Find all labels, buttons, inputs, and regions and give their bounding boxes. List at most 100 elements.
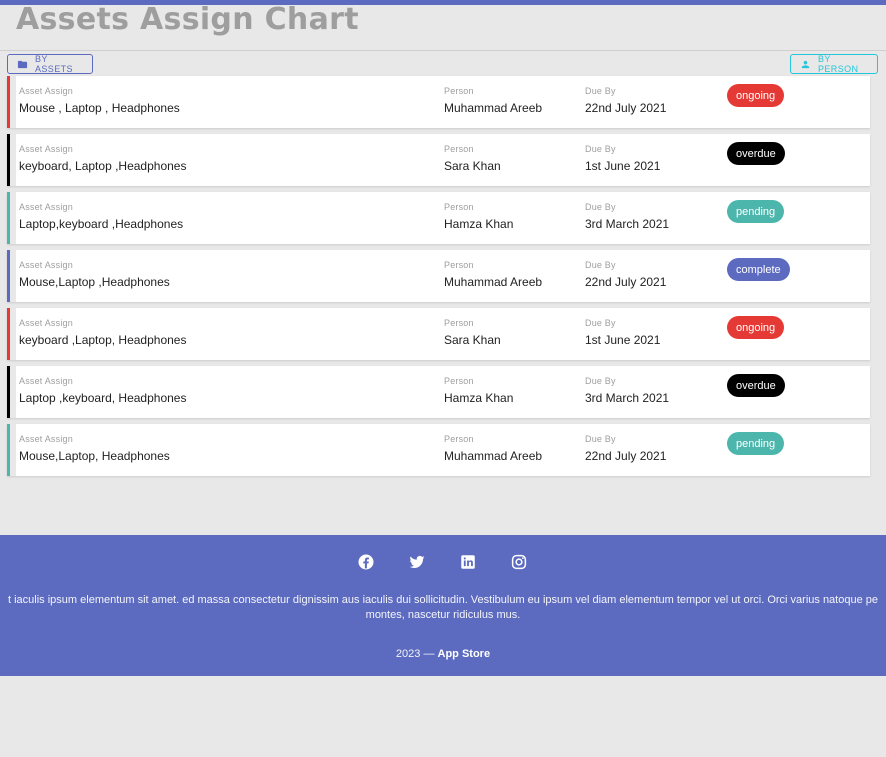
copyright-year: 2023: [395, 648, 421, 660]
asset-cell: Asset Assign Laptop,keyboard ,Headphones: [19, 202, 183, 232]
due-label: Due By: [585, 144, 616, 154]
asset-value: Laptop,keyboard ,Headphones: [19, 217, 184, 231]
row-gap: [10, 424, 16, 476]
row-gap: [10, 308, 16, 360]
asset-value: Mouse,Laptop ,Headphones: [19, 275, 170, 289]
due-cell: Due By 22nd July 2021: [585, 86, 666, 116]
person-label: Person: [444, 434, 474, 444]
row-gap: [10, 76, 16, 128]
person-cell: Person Hamza Khan: [444, 376, 513, 406]
footer: t iaculis ipsum elementum sit amet. ed m…: [0, 535, 886, 676]
due-cell: Due By 1st June 2021: [585, 144, 660, 174]
person-value: Muhammad Areeb: [444, 275, 543, 289]
status-badge: ongoing: [727, 316, 785, 339]
status-badge: pending: [727, 200, 785, 223]
person-label: Person: [444, 260, 474, 270]
due-cell: Due By 1st June 2021: [585, 318, 660, 348]
assignment-row: Asset Assign Laptop ,keyboard, Headphone…: [7, 366, 870, 418]
person-value: Hamza Khan: [444, 217, 514, 231]
due-value: 22nd July 2021: [585, 449, 667, 463]
person-cell: Person Muhammad Areeb: [444, 260, 542, 290]
due-label: Due By: [585, 318, 616, 328]
assignment-row: Asset Assign Laptop,keyboard ,Headphones…: [7, 192, 870, 244]
due-label: Due By: [585, 86, 616, 96]
due-label: Due By: [585, 434, 616, 444]
twitter-icon[interactable]: [408, 553, 426, 571]
row-gap: [10, 192, 16, 244]
asset-cell: Asset Assign keyboard, Laptop ,Headphone…: [19, 144, 186, 174]
folder-icon: [17, 60, 28, 68]
asset-cell: Asset Assign keyboard ,Laptop, Headphone…: [19, 318, 186, 348]
asset-cell: Asset Assign Mouse,Laptop, Headphones: [19, 434, 170, 464]
status-badge: pending: [727, 432, 785, 455]
person-cell: Person Muhammad Areeb: [444, 434, 542, 464]
tab-by-assets[interactable]: BY ASSETS: [7, 54, 93, 74]
due-label: Due By: [585, 202, 616, 212]
asset-label: Asset Assign: [19, 434, 73, 444]
due-value: 22nd July 2021: [585, 101, 667, 115]
person-cell: Person Hamza Khan: [444, 202, 513, 232]
asset-label: Asset Assign: [19, 376, 73, 386]
row-gap: [10, 366, 16, 418]
assignment-row: Asset Assign keyboard ,Laptop, Headphone…: [7, 308, 870, 360]
asset-value: Mouse,Laptop, Headphones: [19, 449, 170, 463]
brand-link[interactable]: App Store: [438, 648, 491, 660]
row-gap: [10, 250, 16, 302]
footer-description: t iaculis ipsum elementum sit amet. ed m…: [8, 594, 878, 621]
due-cell: Due By 22nd July 2021: [585, 260, 666, 290]
asset-cell: Asset Assign Mouse,Laptop ,Headphones: [19, 260, 170, 290]
person-label: Person: [444, 202, 474, 212]
due-value: 3rd March 2021: [585, 391, 670, 405]
due-cell: Due By 3rd March 2021: [585, 376, 669, 406]
person-label: Person: [444, 144, 474, 154]
instagram-icon[interactable]: [510, 553, 528, 571]
tab-by-person-label: BY PERSON: [818, 54, 859, 74]
due-cell: Due By 22nd July 2021: [585, 434, 666, 464]
linkedin-icon[interactable]: [459, 553, 477, 571]
due-value: 3rd March 2021: [585, 217, 670, 231]
person-value: Sara Khan: [444, 333, 501, 347]
status-badge: overdue: [727, 374, 785, 397]
asset-value: Laptop ,keyboard, Headphones: [19, 391, 187, 405]
tab-by-person[interactable]: BY PERSON: [790, 54, 878, 74]
asset-label: Asset Assign: [19, 318, 73, 328]
due-cell: Due By 3rd March 2021: [585, 202, 669, 232]
asset-label: Asset Assign: [19, 86, 73, 96]
copyright-separator: —: [423, 648, 435, 660]
asset-cell: Asset Assign Laptop ,keyboard, Headphone…: [19, 376, 186, 406]
due-value: 1st June 2021: [585, 159, 661, 173]
page-title: Assets Assign Chart: [16, 2, 359, 37]
facebook-icon[interactable]: [357, 553, 375, 571]
asset-label: Asset Assign: [19, 144, 73, 154]
assignment-row: Asset Assign Mouse,Laptop ,Headphones Pe…: [7, 250, 870, 302]
due-label: Due By: [585, 376, 616, 386]
person-value: Hamza Khan: [444, 391, 514, 405]
assignment-row: Asset Assign keyboard, Laptop ,Headphone…: [7, 134, 870, 186]
tab-by-assets-label: BY ASSETS: [35, 54, 73, 74]
row-gap: [10, 134, 16, 186]
person-value: Sara Khan: [444, 159, 501, 173]
person-cell: Person Sara Khan: [444, 144, 501, 174]
due-label: Due By: [585, 260, 616, 270]
status-badge: ongoing: [727, 84, 785, 107]
person-cell: Person Muhammad Areeb: [444, 86, 542, 116]
due-value: 22nd July 2021: [585, 275, 667, 289]
asset-label: Asset Assign: [19, 202, 73, 212]
status-badge: overdue: [727, 142, 785, 165]
footer-copyright: 2023 — App Store: [0, 648, 886, 660]
assignment-row: Asset Assign Mouse , Laptop , Headphones…: [7, 76, 870, 128]
due-value: 1st June 2021: [585, 333, 661, 347]
assignment-row: Asset Assign Mouse,Laptop, Headphones Pe…: [7, 424, 870, 476]
title-divider: [0, 50, 886, 51]
asset-value: Mouse , Laptop , Headphones: [19, 101, 180, 115]
asset-label: Asset Assign: [19, 260, 73, 270]
assignment-list: Asset Assign Mouse , Laptop , Headphones…: [7, 76, 870, 482]
asset-value: keyboard, Laptop ,Headphones: [19, 159, 187, 173]
person-label: Person: [444, 376, 474, 386]
person-label: Person: [444, 318, 474, 328]
asset-cell: Asset Assign Mouse , Laptop , Headphones: [19, 86, 180, 116]
asset-value: keyboard ,Laptop, Headphones: [19, 333, 187, 347]
person-value: Muhammad Areeb: [444, 449, 543, 463]
person-value: Muhammad Areeb: [444, 101, 543, 115]
person-cell: Person Sara Khan: [444, 318, 501, 348]
